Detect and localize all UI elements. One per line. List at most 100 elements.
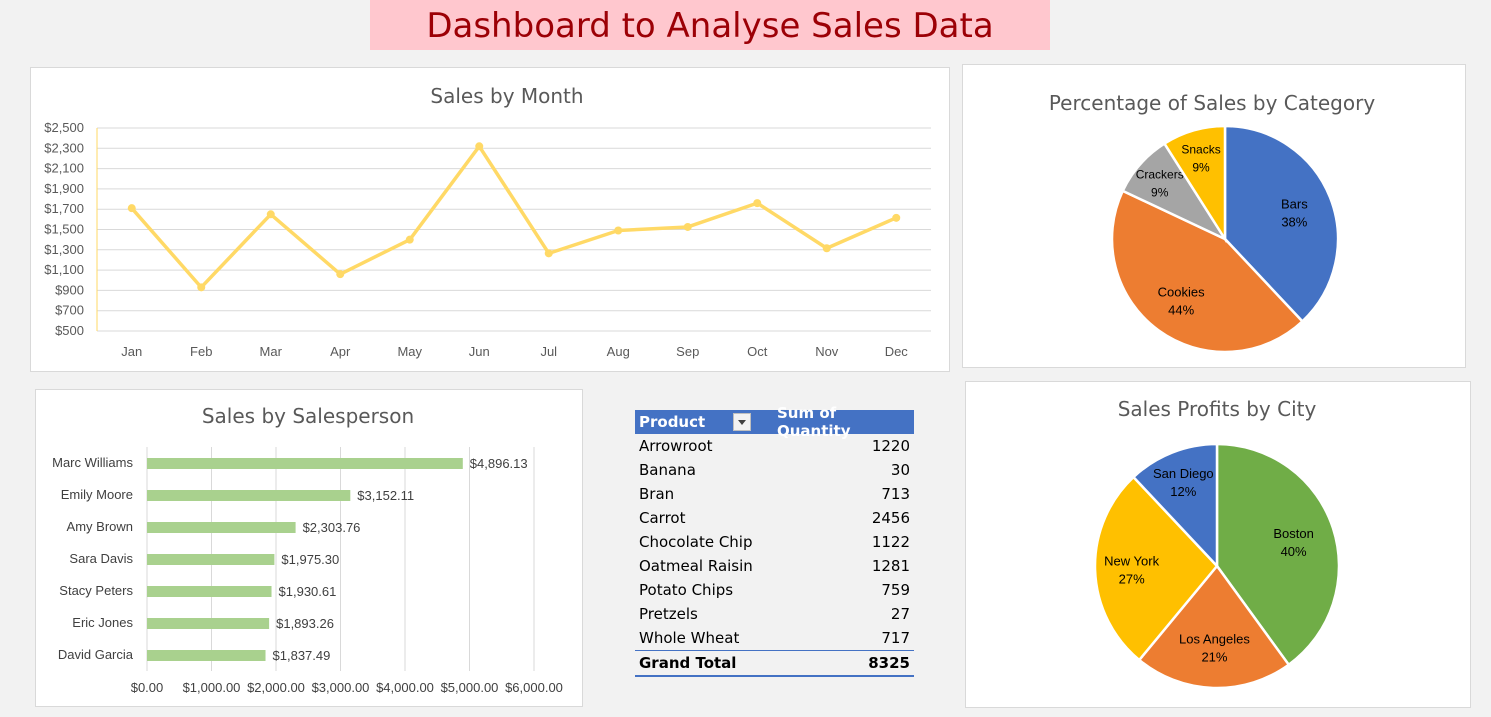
pivot-table[interactable]: Product Sum of Quantity Arrowroot 1220 Ban…: [635, 404, 914, 677]
data-point: [197, 283, 206, 292]
x-tick-label: $6,000.00: [505, 680, 563, 695]
grand-total-value: 8325: [868, 654, 910, 672]
quantity-column-header: Sum of Quantity: [777, 404, 851, 440]
y-tick-label: $2,300: [44, 140, 84, 155]
slice-percent: 9%: [1151, 185, 1169, 199]
bar: [147, 618, 270, 629]
table-row[interactable]: Potato Chips 759: [635, 578, 914, 602]
x-tick-label: $3,000.00: [312, 680, 370, 695]
x-tick-label: Apr: [330, 344, 351, 359]
y-tick-label: $1,500: [44, 222, 84, 237]
bar-chart-svg: Sales by Salesperson $0.00 $1,000.00 $2,000…: [52, 404, 563, 695]
y-category-label: Eric Jones: [72, 615, 133, 630]
y-category-label: David Garcia: [58, 647, 134, 662]
pie-chart-svg: Sales Profits by City Boston 40% Los Angele…: [1093, 397, 1341, 690]
y-category-label: Sara Davis: [69, 551, 133, 566]
sales-by-category-chart[interactable]: Percentage of Sales by Category Bars 38% Co…: [962, 64, 1466, 368]
pie-chart-svg: Percentage of Sales by Category Bars 38% Co…: [1049, 91, 1375, 354]
line-chart-svg: Sales by Month $500 $700 $900 $1,100 $1,300 $1…: [44, 84, 931, 359]
quantity-cell: 1281: [871, 557, 910, 575]
slice-percent: 40%: [1281, 544, 1307, 559]
quantity-cell: 1220: [871, 437, 910, 455]
y-tick-label: $2,500: [44, 120, 84, 135]
x-tick-label: Jan: [121, 344, 142, 359]
x-tick-label: Oct: [747, 344, 768, 359]
quantity-cell: 27: [890, 605, 910, 623]
x-tick-label: Aug: [607, 344, 630, 359]
product-column-header[interactable]: Product: [635, 413, 753, 431]
slice-label: Crackers: [1136, 167, 1184, 181]
data-point: [683, 222, 692, 231]
x-tick-label: $2,000.00: [247, 680, 305, 695]
x-tick-label: Feb: [190, 344, 212, 359]
quantity-cell: 759: [881, 581, 910, 599]
dashboard-title: Dashboard to Analyse Sales Data: [370, 0, 1050, 50]
data-point: [266, 210, 275, 219]
product-cell: Bran: [639, 485, 675, 503]
data-label: $2,303.76: [303, 520, 361, 535]
data-label: $1,930.61: [279, 584, 337, 599]
bar: [147, 458, 463, 469]
product-cell: Potato Chips: [639, 581, 734, 599]
grand-total-row: Grand Total 8325: [635, 650, 914, 677]
slice-percent: 27%: [1119, 572, 1145, 587]
grand-total-label: Grand Total: [639, 654, 737, 672]
table-row[interactable]: Carrot 2456: [635, 506, 914, 530]
table-row[interactable]: Oatmeal Raisin 1281: [635, 554, 914, 578]
product-cell: Carrot: [639, 509, 686, 527]
sales-by-month-chart[interactable]: Sales by Month $500 $700 $900 $1,100 $1,300 $1…: [30, 67, 950, 372]
table-row[interactable]: Chocolate Chip 1122: [635, 530, 914, 554]
quantity-cell: 30: [890, 461, 910, 479]
pivot-header-row: Product Sum of Quantity: [635, 404, 914, 440]
table-row[interactable]: Banana 30: [635, 458, 914, 482]
data-point: [614, 226, 623, 235]
data-point: [127, 204, 136, 213]
table-row[interactable]: Arrowroot 1220: [635, 434, 914, 458]
filter-dropdown-icon[interactable]: [733, 413, 751, 431]
quantity-cell: 713: [881, 485, 910, 503]
x-tick-label: $5,000.00: [441, 680, 499, 695]
y-tick-label: $700: [55, 303, 84, 318]
slice-label: Bars: [1281, 197, 1308, 212]
y-category-label: Marc Williams: [52, 455, 133, 470]
x-tick-label: Jun: [469, 344, 490, 359]
product-cell: Whole Wheat: [639, 629, 740, 647]
x-tick-label: Jul: [540, 344, 557, 359]
product-cell: Banana: [639, 461, 696, 479]
slice-percent: 21%: [1201, 649, 1227, 664]
table-row[interactable]: Bran 713: [635, 482, 914, 506]
data-label: $1,893.26: [276, 616, 334, 631]
bar: [147, 650, 266, 661]
y-category-label: Emily Moore: [61, 487, 133, 502]
y-tick-label: $1,300: [44, 242, 84, 257]
slice-percent: 44%: [1168, 302, 1194, 317]
data-point: [336, 270, 345, 279]
slice-percent: 9%: [1192, 161, 1210, 175]
y-tick-label: $1,100: [44, 262, 84, 277]
y-category-label: Amy Brown: [67, 519, 133, 534]
data-label: $1,975.30: [281, 552, 339, 567]
product-cell: Arrowroot: [639, 437, 713, 455]
data-label: $1,837.49: [273, 648, 331, 663]
bar: [147, 490, 351, 501]
slice-percent: 12%: [1170, 484, 1196, 499]
table-row[interactable]: Pretzels 27: [635, 602, 914, 626]
y-tick-label: $900: [55, 282, 84, 297]
chart-title: Sales by Month: [430, 84, 583, 108]
product-cell: Pretzels: [639, 605, 698, 623]
sales-by-salesperson-chart[interactable]: Sales by Salesperson $0.00 $1,000.00 $2,000…: [35, 389, 583, 707]
slice-label: Los Angeles: [1179, 631, 1250, 646]
slice-label: San Diego: [1153, 466, 1214, 481]
bar: [147, 586, 272, 597]
x-tick-label: $0.00: [131, 680, 164, 695]
data-point: [753, 199, 762, 208]
sales-profits-by-city-chart[interactable]: Sales Profits by City Boston 40% Los Angele…: [965, 381, 1471, 708]
data-label: $4,896.13: [470, 456, 528, 471]
x-tick-label: Sep: [676, 344, 699, 359]
x-tick-label: $1,000.00: [183, 680, 241, 695]
data-point: [475, 142, 484, 151]
quantity-cell: 1122: [871, 533, 910, 551]
table-row[interactable]: Whole Wheat 717: [635, 626, 914, 650]
product-cell: Oatmeal Raisin: [639, 557, 753, 575]
bar: [147, 522, 296, 533]
